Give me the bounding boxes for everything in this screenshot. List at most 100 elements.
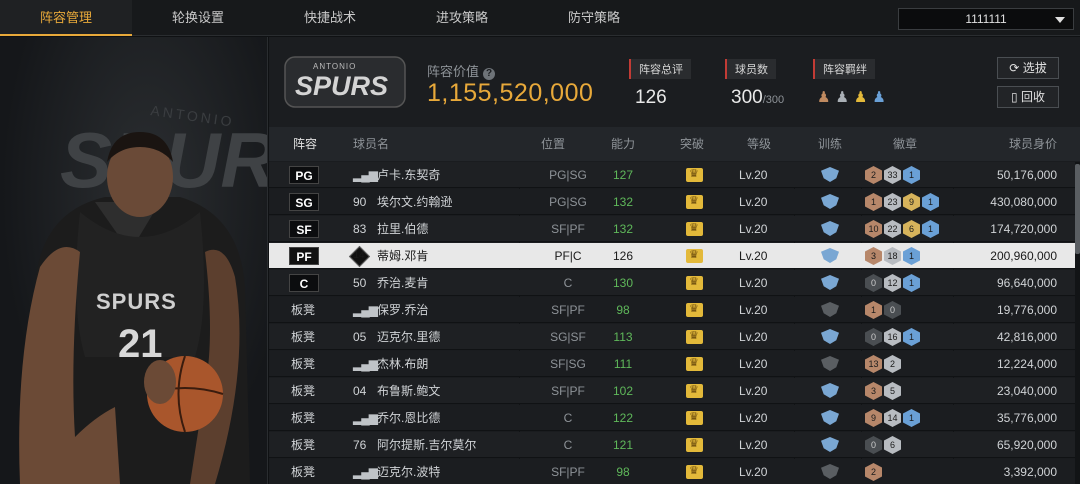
table-row[interactable]: 板凳 05 迈克尔.里德 SG|SF 113 Lv.20 0161 42,816,000 <box>269 324 1075 350</box>
table-row[interactable]: 板凳 ▂▄▆迈克尔.波特 SF|PF 98 Lv.20 2 3,392,000 <box>269 459 1075 484</box>
col-training[interactable]: 训练 <box>818 127 842 161</box>
badge-silver-icon[interactable]: 16 <box>884 328 901 346</box>
badge-dark-icon[interactable]: 0 <box>865 436 882 454</box>
badge-dark-icon[interactable]: 0 <box>884 301 901 319</box>
player-name[interactable]: 保罗.乔治 <box>377 297 428 323</box>
team-select-dropdown[interactable]: 1111111 <box>898 8 1074 30</box>
badge-blue-icon[interactable]: 1 <box>903 328 920 346</box>
player-name[interactable]: 布鲁斯.鲍文 <box>377 378 440 404</box>
badge-bronze-icon[interactable]: 10 <box>865 220 882 238</box>
badge-bronze-icon[interactable]: 9 <box>865 409 882 427</box>
tab-lineup-management[interactable]: 阵容管理 <box>0 0 132 36</box>
training-shield-icon[interactable] <box>821 167 839 182</box>
col-player-name[interactable]: 球员名 <box>353 127 389 161</box>
tab-quick-tactics[interactable]: 快捷战术 <box>264 0 396 36</box>
badge-blue-icon[interactable]: 1 <box>903 247 920 265</box>
badge-blue-icon[interactable]: 1 <box>903 274 920 292</box>
roster-scrollbar[interactable] <box>1075 162 1080 484</box>
badge-blue-icon[interactable]: 1 <box>922 220 939 238</box>
col-level[interactable]: 等级 <box>747 127 771 161</box>
player-name[interactable]: 拉里.伯德 <box>377 216 428 242</box>
breakthrough-crown-icon[interactable] <box>686 464 703 479</box>
badge-silver-icon[interactable]: 14 <box>884 409 901 427</box>
table-row[interactable]: SF 83 拉里.伯德 SF|PF 132 Lv.20 102261 174,720,000 <box>269 216 1075 242</box>
badge-silver-icon[interactable]: 2 <box>884 355 901 373</box>
badge-bronze-icon[interactable]: 2 <box>865 463 882 481</box>
badge-bronze-icon[interactable]: 13 <box>865 355 882 373</box>
player-name[interactable]: 蒂姆.邓肯 <box>377 243 428 269</box>
training-shield-icon[interactable] <box>821 194 839 209</box>
scrollbar-thumb[interactable] <box>1075 164 1080 254</box>
training-shield-icon[interactable] <box>821 383 839 398</box>
col-badges[interactable]: 徽章 <box>893 127 917 161</box>
badge-silver-icon[interactable]: 5 <box>884 382 901 400</box>
training-shield-icon[interactable] <box>821 437 839 452</box>
chemistry-gold-icon[interactable]: ♟ <box>854 88 867 106</box>
badge-bronze-icon[interactable]: 3 <box>865 247 882 265</box>
breakthrough-crown-icon[interactable] <box>686 194 703 209</box>
badge-bronze-icon[interactable]: 1 <box>865 301 882 319</box>
table-row[interactable]: 板凳 04 布鲁斯.鲍文 SF|PF 102 Lv.20 35 23,040,000 <box>269 378 1075 404</box>
breakthrough-crown-icon[interactable] <box>686 383 703 398</box>
training-shield-icon[interactable] <box>821 464 839 479</box>
badge-bronze-icon[interactable]: 3 <box>865 382 882 400</box>
table-row[interactable]: 板凳 ▂▄▆杰林.布朗 SF|SG 111 Lv.20 132 12,224,000 <box>269 351 1075 377</box>
badge-silver-icon[interactable]: 6 <box>884 436 901 454</box>
breakthrough-crown-icon[interactable] <box>686 221 703 236</box>
col-player-value[interactable]: 球员身价 <box>1009 127 1057 161</box>
player-name[interactable]: 迈克尔.里德 <box>377 324 440 350</box>
player-name[interactable]: 卢卡.东契奇 <box>377 162 440 188</box>
badge-bronze-icon[interactable]: 1 <box>865 193 882 211</box>
badge-dark-icon[interactable]: 0 <box>865 274 882 292</box>
badge-dark-icon[interactable]: 0 <box>865 328 882 346</box>
badge-silver-icon[interactable]: 18 <box>884 247 901 265</box>
badge-silver-icon[interactable]: 33 <box>884 166 901 184</box>
player-name[interactable]: 杰林.布朗 <box>377 351 428 377</box>
badge-bronze-icon[interactable]: 2 <box>865 166 882 184</box>
table-row[interactable]: 板凳 ▂▄▆保罗.乔治 SF|PF 98 Lv.20 10 19,776,000 <box>269 297 1075 323</box>
badge-blue-icon[interactable]: 1 <box>903 409 920 427</box>
badge-silver-icon[interactable]: 12 <box>884 274 901 292</box>
training-shield-icon[interactable] <box>821 221 839 236</box>
training-shield-icon[interactable] <box>821 410 839 425</box>
chemistry-bronze-icon[interactable]: ♟ <box>817 88 830 106</box>
scout-button[interactable]: ⟳ 选拔 <box>997 57 1059 79</box>
breakthrough-crown-icon[interactable] <box>686 356 703 371</box>
badge-blue-icon[interactable]: 1 <box>903 166 920 184</box>
table-row[interactable]: PF 14 蒂姆.邓肯 PF|C 126 Lv.20 3181 200,960,000 <box>269 243 1075 269</box>
col-position[interactable]: 位置 <box>541 127 565 161</box>
badge-silver-icon[interactable]: 22 <box>884 220 901 238</box>
player-name[interactable]: 埃尔文.约翰逊 <box>377 189 452 215</box>
player-name[interactable]: 迈克尔.波特 <box>377 459 440 484</box>
badge-gold-icon[interactable]: 9 <box>903 193 920 211</box>
training-shield-icon[interactable] <box>821 356 839 371</box>
breakthrough-crown-icon[interactable] <box>686 437 703 452</box>
breakthrough-crown-icon[interactable] <box>686 329 703 344</box>
chemistry-silver-icon[interactable]: ♟ <box>835 88 848 106</box>
training-shield-icon[interactable] <box>821 275 839 290</box>
tab-rotation-settings[interactable]: 轮换设置 <box>132 0 264 36</box>
breakthrough-crown-icon[interactable] <box>686 275 703 290</box>
chemistry-blue-icon[interactable]: ♟ <box>872 88 885 106</box>
table-row[interactable]: PG ▂▄▆卢卡.东契奇 PG|SG 127 Lv.20 2331 50,176,000 <box>269 162 1075 188</box>
table-row[interactable]: C 50 乔治.麦肯 C 130 Lv.20 0121 96,640,000 <box>269 270 1075 296</box>
breakthrough-crown-icon[interactable] <box>686 248 703 263</box>
training-shield-icon[interactable] <box>821 302 839 317</box>
recall-button[interactable]: ▯ 回收 <box>997 86 1059 108</box>
breakthrough-crown-icon[interactable] <box>686 302 703 317</box>
breakthrough-crown-icon[interactable] <box>686 167 703 182</box>
training-shield-icon[interactable] <box>821 329 839 344</box>
player-name[interactable]: 乔治.麦肯 <box>377 270 428 296</box>
table-row[interactable]: 板凳 76 阿尔提斯.吉尔莫尔 C 121 Lv.20 06 65,920,000 <box>269 432 1075 458</box>
player-name[interactable]: 阿尔提斯.吉尔莫尔 <box>377 432 476 458</box>
col-lineup[interactable]: 阵容 <box>293 127 317 161</box>
badge-blue-icon[interactable]: 1 <box>922 193 939 211</box>
badge-silver-icon[interactable]: 23 <box>884 193 901 211</box>
col-breakthrough[interactable]: 突破 <box>680 127 704 161</box>
col-ability[interactable]: 能力 <box>611 127 635 161</box>
table-row[interactable]: SG90埃尔文.约翰逊PG|SG132Lv.2012391430,080,000 <box>269 189 1075 215</box>
badge-gold-icon[interactable]: 6 <box>903 220 920 238</box>
table-row[interactable]: 板凳 ▂▄▆乔尔.恩比德 C 122 Lv.20 9141 35,776,000 <box>269 405 1075 431</box>
training-shield-icon[interactable] <box>821 248 839 263</box>
player-name[interactable]: 乔尔.恩比德 <box>377 405 440 431</box>
